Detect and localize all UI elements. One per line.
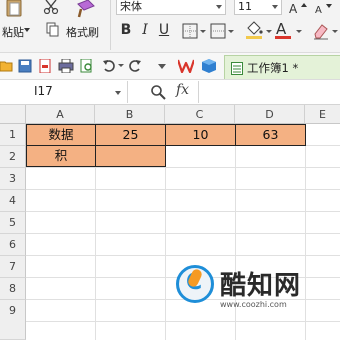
select-all-corner[interactable] <box>0 105 26 124</box>
redo-icon[interactable] <box>128 59 142 73</box>
cell-a2[interactable]: 积 <box>26 145 96 167</box>
customize-toolbar-arrow[interactable] <box>158 64 166 69</box>
cube-icon[interactable] <box>202 59 216 73</box>
fill-color-icon[interactable] <box>244 20 264 40</box>
gridline <box>26 233 340 234</box>
row-header-6[interactable]: 6 <box>0 234 26 256</box>
cell-b2[interactable] <box>95 145 166 167</box>
document-tab-label: 工作簿1 * <box>247 61 299 75</box>
svg-text:A: A <box>315 5 322 15</box>
insert-function-button[interactable]: fx <box>176 82 189 98</box>
quick-access-toolbar: 工作簿1 * <box>0 52 340 80</box>
wps-logo-icon[interactable] <box>176 59 196 74</box>
column-header-d[interactable]: D <box>235 105 305 124</box>
decrease-font-icon[interactable]: A <box>314 1 334 16</box>
format-painter-button[interactable]: 格式刷 <box>66 24 99 40</box>
paste-icon[interactable] <box>4 0 26 18</box>
spreadsheet-file-icon <box>231 62 243 78</box>
column-header-b[interactable]: B <box>95 105 165 124</box>
italic-button[interactable]: I <box>138 20 152 40</box>
font-name-select[interactable]: 宋体 <box>116 0 226 15</box>
ribbon-separator <box>110 0 111 50</box>
gridline <box>26 211 340 212</box>
column-header-c[interactable]: C <box>165 105 235 124</box>
chevron-down-icon <box>115 91 121 95</box>
open-folder-icon[interactable] <box>0 59 14 73</box>
clear-format-dropdown-arrow[interactable] <box>332 30 338 33</box>
print-icon[interactable] <box>58 58 74 74</box>
clear-format-icon[interactable] <box>312 22 330 40</box>
gridline <box>26 189 340 190</box>
watermark: C 酷知网 www.coozhi.com <box>150 255 340 335</box>
cell-a1[interactable]: 数据 <box>26 124 96 146</box>
zoom-search-icon[interactable] <box>150 84 166 103</box>
chevron-down-icon <box>272 5 278 9</box>
merge-cells-icon[interactable] <box>210 23 226 39</box>
gridline <box>26 167 340 168</box>
chevron-down-icon <box>216 5 222 9</box>
cut-icon[interactable] <box>42 0 60 15</box>
svg-text:A: A <box>289 2 298 15</box>
ribbon-toolbar: 粘贴 格式刷 宋体 11 A A B I U A <box>0 0 340 52</box>
row-header-7[interactable]: 7 <box>0 256 26 278</box>
watermark-url: www.coozhi.com <box>220 300 287 309</box>
increase-font-icon[interactable]: A <box>288 1 308 16</box>
font-size-select[interactable]: 11 <box>234 0 282 15</box>
font-color-dropdown-arrow[interactable] <box>296 30 302 33</box>
font-color-letter: A <box>276 20 287 38</box>
output-pdf-icon[interactable] <box>38 58 52 74</box>
name-box[interactable]: I17 <box>0 81 128 103</box>
save-icon[interactable] <box>18 59 32 73</box>
border-dropdown-arrow[interactable] <box>200 30 206 33</box>
paste-dropdown-arrow[interactable] <box>24 28 30 32</box>
row-header-4[interactable]: 4 <box>0 190 26 212</box>
row-header-3[interactable]: 3 <box>0 168 26 190</box>
row-header-8[interactable]: 8 <box>0 278 26 300</box>
formula-bar: I17 fx <box>0 80 340 105</box>
paste-button[interactable]: 粘贴 <box>2 24 24 40</box>
merge-dropdown-arrow[interactable] <box>228 30 234 33</box>
fill-color-dropdown-arrow[interactable] <box>266 30 272 33</box>
cell-c1[interactable]: 10 <box>165 124 236 146</box>
cell-b1[interactable]: 25 <box>95 124 166 146</box>
font-size-value: 11 <box>238 0 252 13</box>
column-header-e[interactable]: E <box>305 105 340 124</box>
row-header-2[interactable]: 2 <box>0 146 26 168</box>
copy-icon[interactable] <box>46 22 60 38</box>
cell-reference: I17 <box>34 84 53 98</box>
font-color-icon[interactable]: A <box>274 19 292 41</box>
format-painter-icon[interactable] <box>72 0 98 18</box>
document-tab[interactable]: 工作簿1 * <box>224 55 340 79</box>
row-header-1[interactable]: 1 <box>0 124 26 146</box>
row-header-5[interactable]: 5 <box>0 212 26 234</box>
watermark-brand: 酷知网 <box>220 271 302 301</box>
print-preview-icon[interactable] <box>80 58 94 73</box>
border-icon[interactable] <box>182 23 198 39</box>
undo-icon[interactable] <box>102 59 116 73</box>
row-header-9[interactable]: 9 <box>0 300 26 340</box>
font-name-value: 宋体 <box>120 0 142 13</box>
cell-d1[interactable]: 63 <box>235 124 306 146</box>
bold-button[interactable]: B <box>118 20 134 40</box>
underline-button[interactable]: U <box>156 20 172 40</box>
undo-dropdown-arrow[interactable] <box>118 64 124 67</box>
formula-input[interactable] <box>198 81 340 103</box>
column-header-a[interactable]: A <box>26 105 95 124</box>
